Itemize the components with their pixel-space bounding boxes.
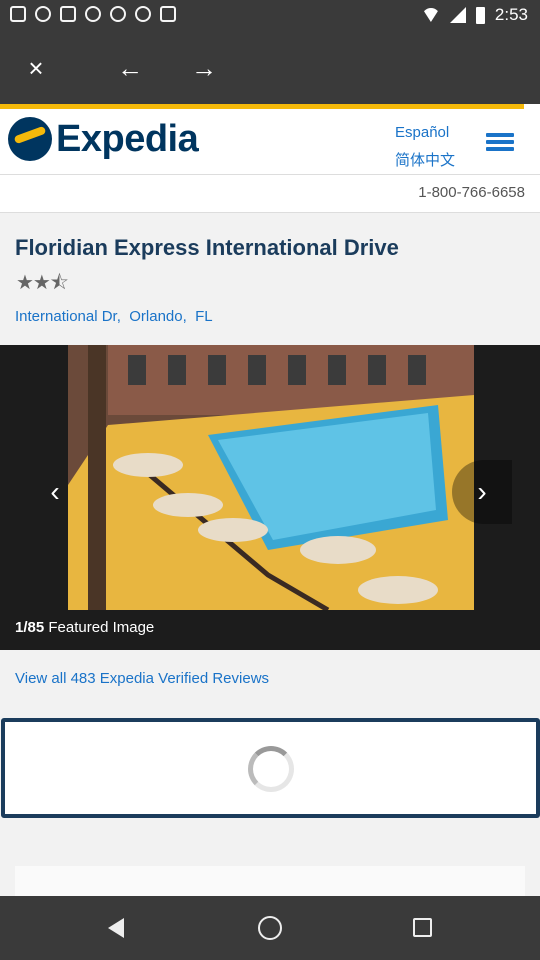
recent-apps-square-icon[interactable]: [413, 918, 432, 937]
signal-icon: [449, 7, 466, 23]
logo-text: Expedia: [56, 117, 199, 160]
image-caption-text: Featured Image: [48, 619, 155, 636]
hotel-name: Floridian Express International Drive: [15, 235, 399, 260]
notification-icons: [10, 6, 176, 22]
cast-icon: [160, 6, 176, 22]
pool-photo-illustration: [68, 345, 474, 610]
close-icon[interactable]: ×: [16, 48, 56, 88]
address-state: FL: [195, 308, 213, 325]
star-rating: ★★⯪: [16, 272, 69, 294]
expedia-logo[interactable]: Expedia: [8, 117, 199, 161]
language-espanol-link[interactable]: Español: [395, 124, 449, 141]
view-all-reviews-link[interactable]: View all 483 Expedia Verified Reviews: [15, 670, 269, 687]
image-caption: 1/85 Featured Image: [15, 619, 154, 636]
phone-bar: 1-800-766-6658: [0, 175, 540, 213]
browser-toolbar: × ← →: [0, 32, 540, 104]
system-navigation-bar: [0, 896, 540, 960]
next-image-button[interactable]: ›: [452, 460, 512, 524]
featured-hotel-photo[interactable]: [68, 345, 474, 610]
lower-content: [0, 818, 540, 896]
link-icon: [110, 6, 126, 22]
mail-icon: [10, 6, 26, 22]
link-icon: [85, 6, 101, 22]
back-arrow-icon[interactable]: ←: [110, 48, 150, 88]
status-bar: 2:53: [0, 0, 540, 32]
hamburger-menu-icon[interactable]: [486, 133, 514, 151]
language-chinese-link[interactable]: 简体中文: [395, 149, 455, 170]
address-street: International Dr,: [15, 308, 121, 325]
forward-arrow-icon[interactable]: →: [184, 48, 224, 88]
address-city: Orlando,: [129, 308, 187, 325]
photo-gallery: ‹ › 1/85 Featured Image: [0, 345, 540, 650]
grid-icon: [60, 6, 76, 22]
steam-icon: [135, 6, 151, 22]
content-placeholder: [15, 866, 525, 896]
reviews-section: View all 483 Expedia Verified Reviews: [0, 650, 540, 718]
back-triangle-icon[interactable]: [108, 918, 124, 938]
hotel-info: Floridian Express International Drive ★★…: [0, 213, 540, 345]
battery-icon: [475, 6, 485, 24]
home-circle-icon[interactable]: [258, 916, 282, 940]
loading-panel: [1, 718, 540, 818]
hotel-address[interactable]: International Dr, Orlando, FL: [15, 308, 213, 325]
site-header: Expedia Español 简体中文: [0, 109, 540, 175]
wifi-icon: [421, 8, 440, 22]
plane-icon: [13, 125, 47, 145]
loading-spinner-icon: [248, 746, 294, 792]
clock: 2:53: [494, 5, 528, 24]
phone-number-link[interactable]: 1-800-766-6658: [418, 184, 525, 201]
steam-icon: [35, 6, 51, 22]
expedia-logo-icon: [8, 117, 52, 161]
image-index: 1/85: [15, 619, 45, 636]
